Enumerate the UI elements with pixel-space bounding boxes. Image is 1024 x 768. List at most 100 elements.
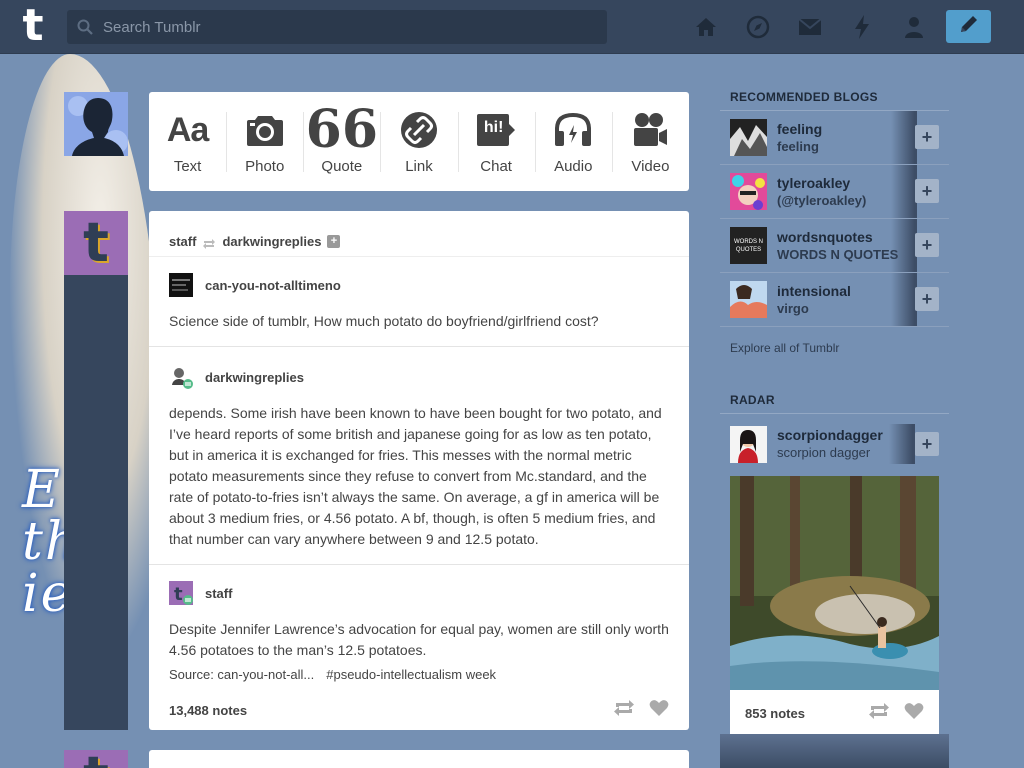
blog-name[interactable]: wordsnquotes xyxy=(777,229,898,246)
post-footer: 13,488 notes xyxy=(169,699,669,722)
reblog-icon[interactable] xyxy=(868,702,890,725)
segment-header: t staff xyxy=(169,581,669,605)
user-mini-avatar[interactable] xyxy=(169,365,193,389)
radar-card: scorpiondagger scorpion dagger + 853 not… xyxy=(730,422,939,736)
blog-subtitle: (@tyleroakley) xyxy=(777,192,867,208)
blog-avatar[interactable] xyxy=(730,119,767,156)
blog-name[interactable]: feeling xyxy=(777,121,822,138)
blog-avatar[interactable]: WORDS N QUOTES xyxy=(730,227,767,264)
search-icon xyxy=(67,19,103,35)
post-type-photo[interactable]: Photo xyxy=(226,92,303,191)
user-mini-avatar[interactable] xyxy=(169,273,193,297)
post-type-label: Photo xyxy=(245,158,285,175)
blog-avatar[interactable] xyxy=(730,425,767,463)
blog-avatar[interactable] xyxy=(730,281,767,318)
quote-icon: 66 xyxy=(305,99,379,160)
radar-footer: 853 notes xyxy=(730,690,939,736)
notes-count[interactable]: 13,488 notes xyxy=(169,703,247,718)
reblog-mini-icon xyxy=(202,237,216,249)
radar-notes-count[interactable]: 853 notes xyxy=(745,706,805,721)
compose-button[interactable] xyxy=(946,10,991,43)
tumblr-t-glyph: t xyxy=(83,750,109,768)
post-type-audio[interactable]: Audio xyxy=(534,92,612,191)
follow-button[interactable]: + xyxy=(915,125,939,149)
home-icon[interactable] xyxy=(680,12,732,42)
follow-button[interactable]: + xyxy=(915,233,939,257)
post-type-label: Quote xyxy=(321,158,363,175)
blog-avatar[interactable] xyxy=(730,173,767,210)
dashboard-post: staff darkwingreplies + can-you-not-allt… xyxy=(149,211,689,730)
text-icon: Aa xyxy=(166,110,209,149)
recommended-blog[interactable]: intensional virgo + xyxy=(720,273,949,327)
segment-username[interactable]: staff xyxy=(205,586,232,601)
post-author-link[interactable]: staff xyxy=(169,234,196,249)
follow-button[interactable]: + xyxy=(915,287,939,311)
blog-subtitle: virgo xyxy=(777,300,809,316)
row-fade xyxy=(889,424,915,464)
nav-icons xyxy=(680,12,940,42)
segment-username[interactable]: darkwingreplies xyxy=(205,370,304,385)
chat-icon: hi! xyxy=(476,108,516,152)
post-segment: can-you-not-alltimeno Science side of tu… xyxy=(149,257,689,347)
row-fade xyxy=(891,219,917,272)
search-bar[interactable] xyxy=(67,10,607,44)
post-type-bar: Aa Text Photo 66 Quote Link hi! Chat Aud… xyxy=(149,92,689,191)
heart-icon[interactable] xyxy=(649,699,669,722)
reblogged-from-link[interactable]: darkwingreplies xyxy=(222,234,321,249)
blog-text: feeling feeling xyxy=(777,121,822,155)
follow-plus-icon[interactable]: + xyxy=(327,235,341,248)
user-mini-avatar[interactable]: t xyxy=(169,581,193,605)
headphones-icon xyxy=(554,108,592,152)
mail-icon[interactable] xyxy=(784,12,836,42)
post-type-quote[interactable]: 66 Quote xyxy=(303,92,380,191)
blog-name[interactable]: tyleroakley xyxy=(777,175,866,192)
camera-icon xyxy=(246,108,284,152)
lightning-icon[interactable] xyxy=(836,12,888,42)
post-type-link[interactable]: Link xyxy=(380,92,457,191)
recommended-blog[interactable]: tyleroakley (@tyleroakley) + xyxy=(720,165,949,219)
explore-link[interactable]: Explore all of Tumblr xyxy=(720,327,949,369)
user-avatar[interactable] xyxy=(64,92,128,156)
top-navigation-bar: t xyxy=(0,0,1024,54)
post-header: staff darkwingreplies + xyxy=(149,211,689,257)
heart-icon[interactable] xyxy=(904,702,924,725)
tumblr-logo[interactable]: t xyxy=(16,4,50,48)
person-icon[interactable] xyxy=(888,12,940,42)
avatar-sticky-track xyxy=(64,275,128,730)
source-link[interactable]: Source: can-you-not-all... xyxy=(169,667,314,682)
blog-avatar-text: WORDS N QUOTES xyxy=(734,238,763,253)
right-sidebar: RECOMMENDED BLOGS feeling feeling + tyle… xyxy=(720,86,949,736)
blog-text: scorpiondagger scorpion dagger xyxy=(777,427,883,461)
row-fade xyxy=(891,111,917,164)
follow-button[interactable]: + xyxy=(915,179,939,203)
reblog-icon[interactable] xyxy=(613,699,635,722)
post-actions xyxy=(613,699,669,722)
blog-name[interactable]: scorpiondagger xyxy=(777,427,883,444)
segment-text: Science side of tumblr, How much potato … xyxy=(169,313,599,329)
blog-name[interactable]: intensional xyxy=(777,283,851,300)
pencil-icon xyxy=(958,13,980,40)
post-segment: darkwingreplies depends. Some irish have… xyxy=(149,347,689,565)
row-fade xyxy=(891,165,917,218)
post-type-chat[interactable]: hi! Chat xyxy=(457,92,535,191)
svg-text:t: t xyxy=(174,584,183,605)
compass-icon[interactable] xyxy=(732,12,784,42)
post-tag[interactable]: #pseudo-intellectualism week xyxy=(326,667,496,682)
blog-subtitle: scorpion dagger xyxy=(777,445,871,460)
link-icon xyxy=(400,108,438,152)
segment-username[interactable]: can-you-not-alltimeno xyxy=(205,278,341,293)
post-type-text[interactable]: Aa Text xyxy=(149,92,226,191)
follow-button[interactable]: + xyxy=(915,432,939,456)
staff-avatar-next[interactable]: t xyxy=(64,750,128,768)
radar-blog[interactable]: scorpiondagger scorpion dagger + xyxy=(730,422,939,466)
post-type-label: Text xyxy=(173,158,202,175)
search-input[interactable] xyxy=(103,18,583,36)
recommended-blog[interactable]: WORDS N QUOTES wordsnquotes WORDS N QUOT… xyxy=(720,219,949,273)
recommended-blog[interactable]: feeling feeling + xyxy=(720,111,949,165)
radar-image[interactable] xyxy=(730,476,939,690)
post-type-label: Video xyxy=(631,158,670,175)
staff-avatar[interactable]: t xyxy=(64,211,128,275)
row-fade xyxy=(891,273,917,326)
post-type-video[interactable]: Video xyxy=(611,92,689,191)
segment-text: depends. Some irish have been known to h… xyxy=(169,405,662,547)
